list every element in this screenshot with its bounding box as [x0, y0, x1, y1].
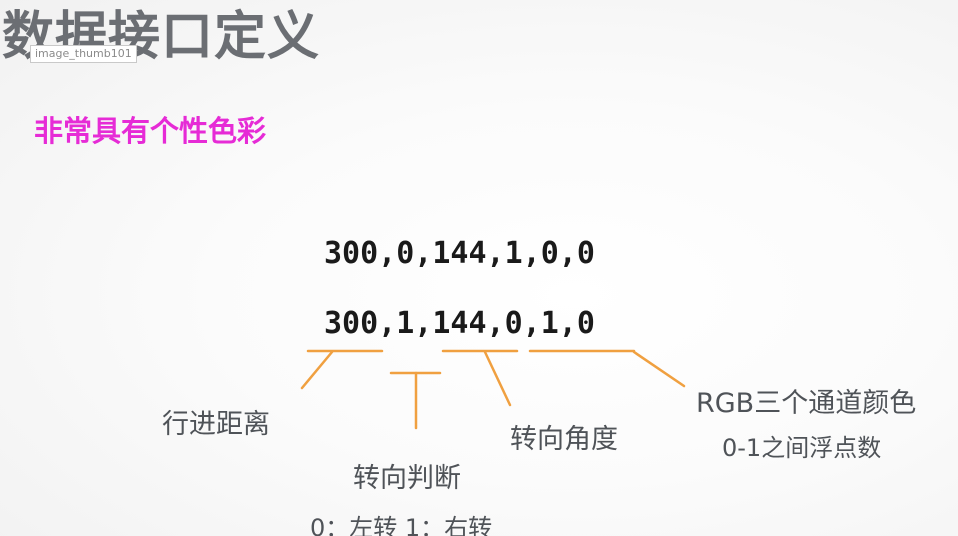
connector-distance-leader [300, 350, 334, 390]
label-rgb-title: RGB三个通道颜色 [696, 388, 917, 419]
slide: 数据接口定义 image_thumb101 非常具有个性色彩 300,0,144… [0, 0, 958, 536]
label-rgb-note: 0-1之间浮点数 [722, 434, 882, 462]
label-turn-judgement: 转向判断 [353, 463, 461, 494]
label-turn-judgement-note: 0：左转 1：右转 [310, 514, 493, 536]
connector-angle-leader [483, 350, 512, 407]
connector-rgb-leader [632, 350, 686, 388]
label-distance: 行进距离 [162, 409, 270, 440]
label-turn-angle: 转向角度 [510, 424, 618, 455]
